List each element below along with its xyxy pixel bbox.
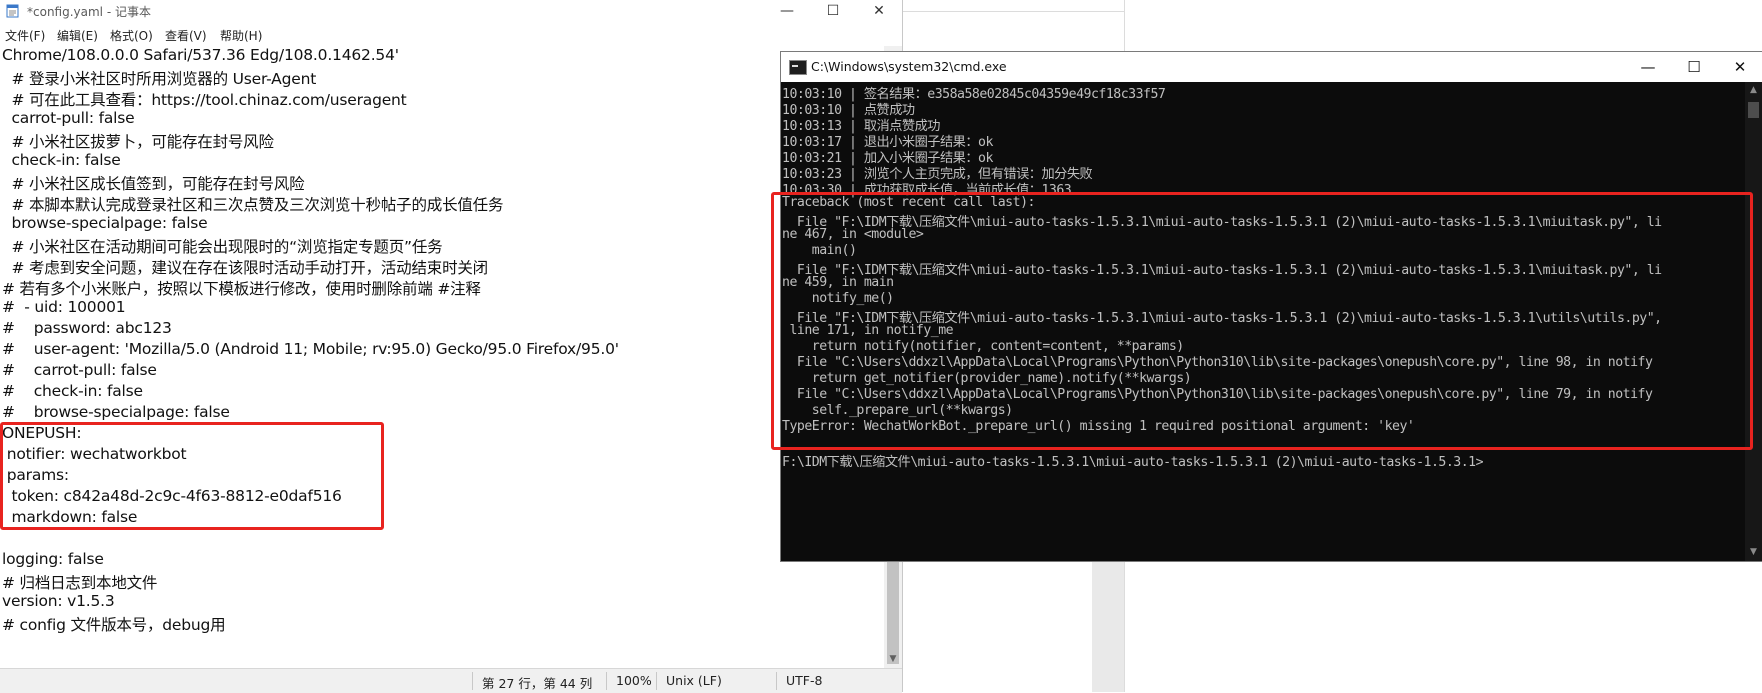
menu-help[interactable]: 帮助(H) <box>220 27 262 44</box>
editor-line: # - uid: 100001 <box>2 298 126 316</box>
editor-line: # carrot-pull: false <box>2 361 157 379</box>
close-button[interactable]: ✕ <box>856 0 902 22</box>
title-bar: *config.yaml - 记事本 — ☐ ✕ <box>0 0 902 22</box>
editor-line: # 考虑到安全问题，建议在存在该限时活动手动打开，活动结束时关闭 <box>2 259 488 277</box>
status-separator <box>776 672 777 690</box>
cmd-icon <box>789 60 807 75</box>
editor-line: # 小米社区成长值签到，可能存在封号风险 <box>2 175 305 193</box>
menu-edit[interactable]: 编辑(E) <box>57 27 98 44</box>
editor-line: # config 文件版本号，debug用 <box>2 616 226 634</box>
cmd-maximize-button[interactable]: ☐ <box>1671 52 1717 82</box>
background-divider <box>902 11 1124 12</box>
editor-line: Chrome/108.0.0.0 Safari/537.36 Edg/108.0… <box>2 46 399 64</box>
cmd-scrollbar-thumb[interactable] <box>1748 102 1759 118</box>
editor-line: # 若有多个小米账户，按照以下模板进行修改，使用时删除前端 #注释 <box>2 280 481 298</box>
editor-line: check-in: false <box>2 151 121 169</box>
traceback-highlight-box <box>771 192 1753 450</box>
editor-line: carrot-pull: false <box>2 109 135 127</box>
cmd-title-bar: C:\Windows\system32\cmd.exe — ☐ ✕ <box>781 52 1762 82</box>
editor-line: # user-agent: 'Mozilla/5.0 (Android 11; … <box>2 340 619 358</box>
editor-line: browse-specialpage: false <box>2 214 208 232</box>
zoom-level: 100% <box>616 673 652 688</box>
cursor-position: 第 27 行，第 44 列 <box>482 676 593 691</box>
scroll-up-arrow-icon[interactable]: ▲ <box>1745 82 1762 98</box>
status-bar: 第 27 行，第 44 列 100% Unix (LF) UTF-8 <box>0 668 902 693</box>
scroll-down-arrow-icon[interactable]: ▼ <box>884 650 902 668</box>
window-title: *config.yaml - 记事本 <box>27 5 151 19</box>
onepush-highlight-box <box>0 422 384 530</box>
encoding: UTF-8 <box>786 673 823 688</box>
menu-bar: 文件(F) 编辑(E) 格式(O) 查看(V) 帮助(H) <box>0 22 902 46</box>
cmd-window-title: C:\Windows\system32\cmd.exe <box>811 59 1007 74</box>
editor-line: # 登录小米社区时所用浏览器的 User-Agent <box>2 70 317 88</box>
editor-line: # 小米社区在活动期间可能会出现限时的“浏览指定专题页”任务 <box>2 238 443 256</box>
status-separator <box>606 672 607 690</box>
console-prompt: F:\IDM下载\压缩文件\miui-auto-tasks-1.5.3.1\mi… <box>782 455 1484 470</box>
text-editor[interactable]: Chrome/108.0.0.0 Safari/537.36 Edg/108.0… <box>0 46 884 668</box>
editor-line: # password: abc123 <box>2 319 172 337</box>
menu-view[interactable]: 查看(V) <box>165 27 207 44</box>
editor-line: logging: false <box>2 550 104 568</box>
editor-line: # 本脚本默认完成登录社区和三次点赞及三次浏览十秒帖子的成长值任务 <box>2 196 504 214</box>
editor-line: version: v1.5.3 <box>2 592 115 610</box>
status-separator <box>656 672 657 690</box>
status-separator <box>472 672 473 690</box>
cmd-close-button[interactable]: ✕ <box>1717 52 1762 82</box>
scroll-down-arrow-icon[interactable]: ▼ <box>1745 544 1762 560</box>
menu-format[interactable]: 格式(O) <box>110 27 153 44</box>
editor-line: # 归档日志到本地文件 <box>2 574 158 592</box>
editor-line: # 可在此工具查看：https://tool.chinaz.com/userag… <box>2 91 407 109</box>
line-ending: Unix (LF) <box>666 673 722 688</box>
editor-line: # browse-specialpage: false <box>2 403 230 421</box>
editor-line: # check-in: false <box>2 382 143 400</box>
maximize-button[interactable]: ☐ <box>810 0 856 22</box>
notepad-icon <box>6 4 19 18</box>
editor-line: # 小米社区拔萝卜，可能存在封号风险 <box>2 133 274 151</box>
minimize-button[interactable]: — <box>764 0 810 22</box>
cmd-window: C:\Windows\system32\cmd.exe — ☐ ✕ 10:03:… <box>771 51 1762 562</box>
cmd-minimize-button[interactable]: — <box>1625 52 1671 82</box>
notepad-window: *config.yaml - 记事本 — ☐ ✕ 文件(F) 编辑(E) 格式(… <box>0 0 903 693</box>
menu-file[interactable]: 文件(F) <box>5 27 45 44</box>
